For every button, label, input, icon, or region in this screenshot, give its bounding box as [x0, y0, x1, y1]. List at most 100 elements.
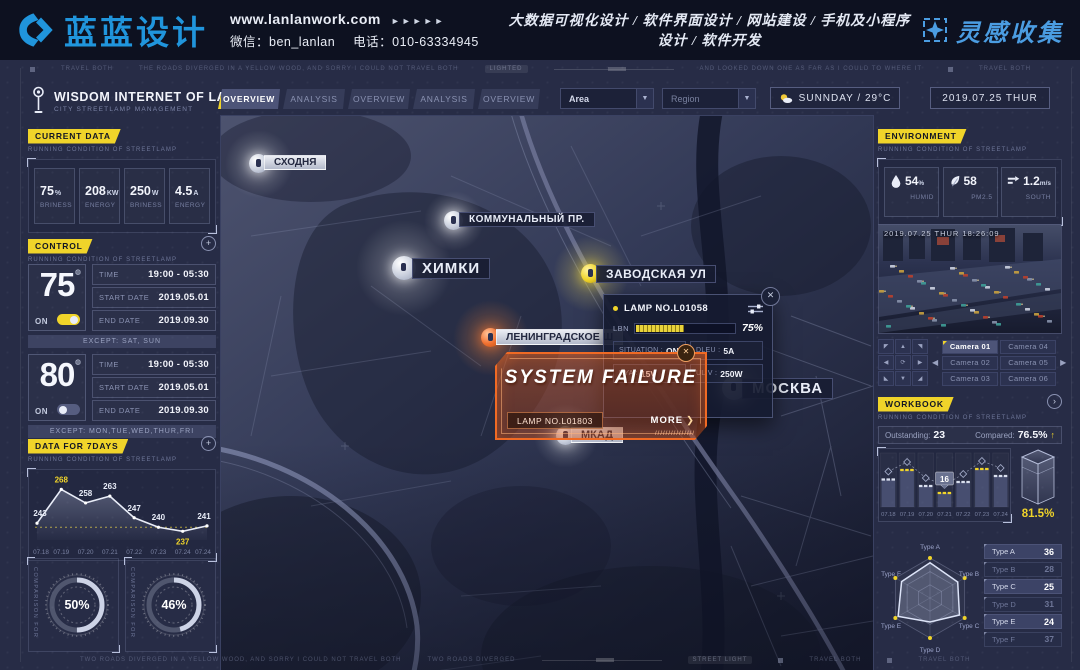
stat-briness: 75% BRINESS — [34, 168, 75, 224]
comparison-gauges: COMPARISON FOR 50% COMPARISON FOR 46% — [28, 558, 216, 654]
more-button[interactable]: MORE❯ — [651, 415, 695, 426]
progress-fill — [636, 325, 684, 332]
camera-controls: ◤ ▲ ◥ ◀ ⟳ ▶ ◣ ▼ ◢ ◀ Camera 01 Camera 04 … — [878, 339, 1062, 386]
svg-text:247: 247 — [127, 504, 141, 513]
camera-item-5[interactable]: Camera 05 — [1000, 356, 1056, 370]
list-item-type-d[interactable]: Type D31 — [984, 597, 1062, 612]
lamp-bulb-icon: ◍ — [75, 358, 81, 366]
map-pin-zavodskaya[interactable]: ЗАВОДСКАЯ УЛ — [581, 264, 600, 283]
tab-overview-1[interactable]: OVERVIEW — [218, 89, 280, 109]
map-pin-leningradskoe[interactable]: ЛЕНИНГРАДСКОЕ Ш — [481, 328, 500, 347]
svg-text:07.20: 07.20 — [919, 512, 934, 518]
camera-item-1[interactable]: Camera 01 — [942, 340, 998, 354]
lbn-percent: 75% — [742, 322, 763, 334]
dpad-down-right-button[interactable]: ◢ — [912, 371, 928, 386]
list-item-type-a[interactable]: Type A36 — [984, 544, 1062, 559]
screen: 蓝蓝设计 www.lanlanwork.com►►►►► 微信：ben_lanl… — [0, 0, 1080, 670]
dashboard-header: WISDOM INTERNET OF LAMP CITY STREETLAMP … — [0, 86, 1080, 116]
alert-lamp-id: LAMP NO.L01803 — [507, 412, 603, 429]
svg-text:07.22: 07.22 — [956, 512, 971, 518]
panel-subtitle: RUNNING CONDITION OF STREETLAMP — [878, 415, 1062, 421]
env-wind: 1.2m/s SOUTH — [1001, 167, 1056, 217]
leaf-icon — [949, 174, 961, 188]
close-icon[interactable]: ✕ — [761, 287, 780, 306]
camera-list: Camera 01 Camera 04 Camera 02 Camera 05 … — [942, 340, 1056, 386]
area-select[interactable]: Area▼ — [560, 88, 654, 109]
gauge-value: 50% — [41, 569, 113, 641]
list-item-type-f[interactable]: Type F37 — [984, 632, 1062, 647]
svg-text:07.24: 07.24 — [195, 549, 211, 556]
svg-text:Type D: Type D — [920, 647, 941, 654]
dpad-down-left-button[interactable]: ◣ — [878, 371, 894, 386]
stat-energy-a: 4.5A ENERGY — [169, 168, 210, 224]
prism-icon — [1018, 448, 1058, 506]
svg-text:237: 237 — [176, 537, 190, 546]
control-group-2: ◍ 80 ON TIME19:00 - 05:30 START DATE2019… — [28, 354, 216, 421]
map-pin-khimki[interactable]: ХИМКИ — [392, 256, 416, 280]
map-pin-kommunalny[interactable]: КОММУНАЛЬНЫЙ ПР. — [444, 211, 463, 230]
svg-text:07.22: 07.22 — [126, 549, 142, 556]
camera-item-6[interactable]: Camera 06 — [1000, 372, 1056, 386]
panel-subtitle: RUNNING CONDITION OF STREETLAMP — [28, 147, 216, 153]
dpad-rotate-button[interactable]: ⟳ — [895, 355, 911, 370]
failure-close-icon[interactable]: ✕ — [677, 344, 695, 362]
tab-analysis-1[interactable]: ANALYSIS — [283, 89, 345, 109]
workbook-stats: Outstanding:23 Compared:76.5%↑ — [878, 426, 1062, 444]
svg-text:07.19: 07.19 — [900, 512, 915, 518]
dpad-up-right-button[interactable]: ◥ — [912, 339, 928, 354]
phone-text: 电话：010-63334945 — [353, 35, 479, 49]
weather-text: SUNNDAY / 29°C — [799, 93, 892, 104]
city-map[interactable]: СХОДНЯ КОММУНАЛЬНЫЙ ПР. ХИМКИ ЗАВОДСКАЯ … — [220, 115, 874, 670]
sliders-icon[interactable] — [748, 304, 763, 314]
dpad-right-button[interactable]: ▶ — [912, 355, 928, 370]
decorative-text-strip-top: TRAVEL BOTH THE ROADS DIVERGED IN A YELL… — [30, 65, 1050, 73]
plus-icon[interactable]: + — [201, 436, 216, 451]
website-link[interactable]: www.lanlanwork.com — [230, 11, 381, 27]
svg-text:16: 16 — [940, 475, 949, 484]
camera-item-3[interactable]: Camera 03 — [942, 372, 998, 386]
power-toggle[interactable] — [57, 314, 80, 325]
list-item-type-e[interactable]: Type E24 — [984, 614, 1062, 629]
caret-down-icon: ▼ — [636, 89, 653, 108]
control-row-end: END DATE2019.09.30 — [92, 310, 216, 331]
workbook-percent: 81.5% — [1022, 508, 1055, 520]
camera-prev-icon[interactable]: ◀ — [932, 358, 938, 367]
radar-panel: Type AType BType CType DType EType F Typ… — [878, 540, 1062, 658]
power-toggle[interactable] — [57, 404, 80, 415]
svg-text:07.23: 07.23 — [151, 549, 167, 556]
chevron-right-icon[interactable]: › — [1047, 394, 1062, 409]
list-item-type-c[interactable]: Type C25 — [984, 579, 1062, 594]
list-item-type-b[interactable]: Type B28 — [984, 562, 1062, 577]
tab-overview-3[interactable]: OVERVIEW — [478, 89, 540, 109]
promo-banner: 蓝蓝设计 www.lanlanwork.com►►►►► 微信：ben_lanl… — [0, 0, 1080, 60]
dpad-down-button[interactable]: ▼ — [895, 371, 911, 386]
camera-next-icon[interactable]: ▶ — [1060, 358, 1066, 367]
camera-item-2[interactable]: Camera 02 — [942, 356, 998, 370]
weather-sun-icon — [779, 93, 793, 104]
env-pm25: 58 PM2.5 — [943, 167, 998, 217]
camera-feed[interactable]: 2019.07.25 THUR 18:26:09 — [878, 224, 1062, 334]
svg-text:07.19: 07.19 — [53, 549, 69, 556]
tab-overview-2[interactable]: OVERVIEW — [348, 89, 410, 109]
dpad-left-button[interactable]: ◀ — [878, 355, 894, 370]
svg-text:07.18: 07.18 — [881, 512, 896, 518]
brightness-level-box: ◍ 80 ON — [28, 354, 86, 421]
plus-icon[interactable]: + — [201, 236, 216, 251]
panel-tag: ENVIRONMENT — [878, 129, 967, 144]
decorative-text-strip-bottom: TWO ROADS DIVERGED IN A YELLOW WOOD, AND… — [80, 656, 1044, 664]
environment-panel: ENVIRONMENT RUNNING CONDITION OF STREETL… — [878, 126, 1062, 225]
dpad-up-left-button[interactable]: ◤ — [878, 339, 894, 354]
system-failure-alert: SYSTEM FAILURE LAMP NO.L01803 MORE❯ ////… — [495, 352, 707, 440]
tab-analysis-2[interactable]: ANALYSIS — [413, 89, 475, 109]
left-rail — [20, 68, 21, 662]
camera-item-4[interactable]: Camera 04 — [1000, 340, 1056, 354]
right-rail — [1071, 68, 1072, 662]
svg-text:07.21: 07.21 — [937, 512, 952, 518]
lbn-progress: LBN 75% — [604, 320, 772, 334]
region-select[interactable]: Region▼ — [662, 88, 756, 109]
dpad-up-button[interactable]: ▲ — [895, 339, 911, 354]
control-panel: CONTROL + RUNNING CONDITION OF STREETLAM… — [28, 236, 216, 436]
wechat-text: 微信：ben_lanlan — [230, 35, 335, 49]
map-pin-skhodnya[interactable]: СХОДНЯ — [249, 154, 268, 173]
svg-text:Type A: Type A — [920, 544, 941, 551]
